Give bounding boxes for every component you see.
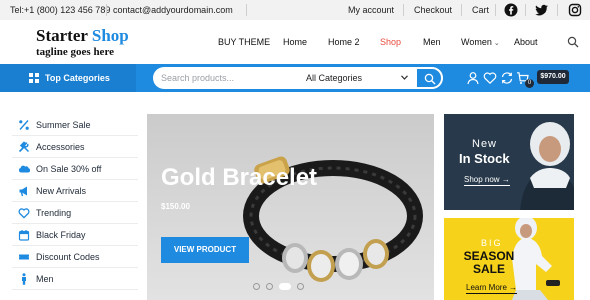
category-sidebar: Summer Sale Accessories On Sale 30% off … [12,114,138,300]
divider [461,4,462,16]
promo2-line1: BIG [481,238,503,248]
sidebar-item-label: On Sale 30% off [36,164,102,174]
divider [525,4,526,16]
my-account-link[interactable]: My account [348,5,394,15]
phone-number[interactable]: Tel:+1 (800) 123 456 789 [10,5,110,15]
search-icon[interactable] [567,36,579,48]
ticket-icon [19,254,29,260]
divider [246,4,247,16]
salesforce-cloud-icon [18,165,30,173]
logo-word-shop: Shop [91,26,129,45]
sidebar-item-black-friday[interactable]: Black Friday [12,224,138,246]
calendar-icon [18,230,30,241]
nav-buy-theme[interactable]: BUY THEME [218,37,270,47]
hero-price: $150.00 [161,202,190,211]
sidebar-item-label: Black Friday [36,230,86,240]
chevron-down-icon [401,75,408,80]
slider-dot-3[interactable] [279,283,291,290]
checkout-link[interactable]: Checkout [414,5,452,15]
promo-banner-season-sale[interactable]: BIG SEASON SALE Learn More → [444,218,574,300]
nav-men[interactable]: Men [423,37,441,47]
sidebar-item-label: New Arrivals [36,186,87,196]
arrow-right-icon: → [501,175,510,184]
wishlist-heart-icon[interactable] [483,71,497,85]
sidebar-item-discount-codes[interactable]: Discount Codes [12,246,138,268]
promo-banner-new-in-stock[interactable]: New In Stock Shop now → [444,114,574,210]
sidebar-item-men[interactable]: Men [12,268,138,290]
nav-about[interactable]: About [514,37,538,47]
percent-icon [19,120,29,130]
slider-dot-2[interactable] [266,283,273,290]
cart-count-badge: 0 [525,79,534,88]
site-tagline: tagline goes here [36,46,115,58]
contact-email[interactable]: contact@addyourdomain.com [113,5,233,15]
slider-dot-1[interactable] [253,283,260,290]
category-bar: Top Categories All Categories 0 $970.00 [0,64,590,92]
sidebar-item-label: Summer Sale [36,120,91,130]
divider [495,4,496,16]
shop-now-link[interactable]: Shop now → [464,175,510,186]
search-submit-button[interactable] [415,67,443,89]
chevron-down-icon: ⌄ [493,40,500,47]
instagram-icon[interactable] [568,3,582,17]
site-header: Starter Shop tagline goes here BUY THEME… [0,20,590,64]
search-icon [424,73,436,85]
user-icon[interactable] [466,71,480,85]
nav-home-2[interactable]: Home 2 [328,37,360,47]
hero-slider: Gold Bracelet $150.00 VIEW PRODUCT [147,114,434,300]
sidebar-item-on-sale[interactable]: On Sale 30% off [12,158,138,180]
nav-women-label: Women [461,37,492,47]
category-select-value: All Categories [306,73,363,83]
promo1-line2: In Stock [459,151,510,166]
logo-word-starter: Starter [36,26,88,45]
promo2-line2: SEASON SALE [463,249,515,276]
product-search-form: All Categories [153,67,443,89]
cart-link[interactable]: Cart [472,5,489,15]
sidebar-item-new-arrivals[interactable]: New Arrivals [12,180,138,202]
compare-icon[interactable] [500,71,514,85]
shop-now-label: Shop now [464,175,500,184]
view-product-button[interactable]: VIEW PRODUCT [161,237,249,263]
top-categories-label: Top Categories [45,73,110,83]
top-categories-button[interactable]: Top Categories [0,64,136,92]
charm-beads [282,239,389,282]
promo1-line1: New [472,138,498,150]
nav-home[interactable]: Home [283,37,307,47]
sidebar-item-summer-sale[interactable]: Summer Sale [12,114,138,136]
twitter-icon[interactable] [535,3,549,17]
slider-dot-4[interactable] [297,283,304,290]
sidebar-item-accessories[interactable]: Accessories [12,136,138,158]
site-logo[interactable]: Starter Shop [36,26,129,46]
model-photo [520,122,574,210]
category-select[interactable]: All Categories [153,67,408,89]
hero-title: Gold Bracelet [161,164,318,191]
top-bar: Tel:+1 (800) 123 456 789 contact@addyour… [0,0,590,20]
tools-icon [18,141,30,153]
nav-shop[interactable]: Shop [380,37,401,47]
cart-total[interactable]: $970.00 [537,70,569,84]
nav-women[interactable]: Women ⌄ [461,37,500,47]
sidebar-item-label: Trending [36,208,72,218]
learn-more-label: Learn More [466,283,507,292]
sidebar-item-label: Accessories [36,142,85,152]
megaphone-icon [19,186,27,197]
divider [557,4,558,16]
facebook-icon[interactable] [504,3,518,17]
divider [403,4,404,16]
grid-icon [29,73,39,83]
divider [106,4,107,16]
sidebar-item-label: Discount Codes [36,252,100,262]
heart-icon [18,208,30,219]
male-icon [22,273,26,285]
learn-more-link[interactable]: Learn More → [466,283,518,294]
sidebar-item-label: Men [36,274,54,284]
sidebar-item-trending[interactable]: Trending [12,202,138,224]
arrow-right-icon: → [509,283,518,292]
